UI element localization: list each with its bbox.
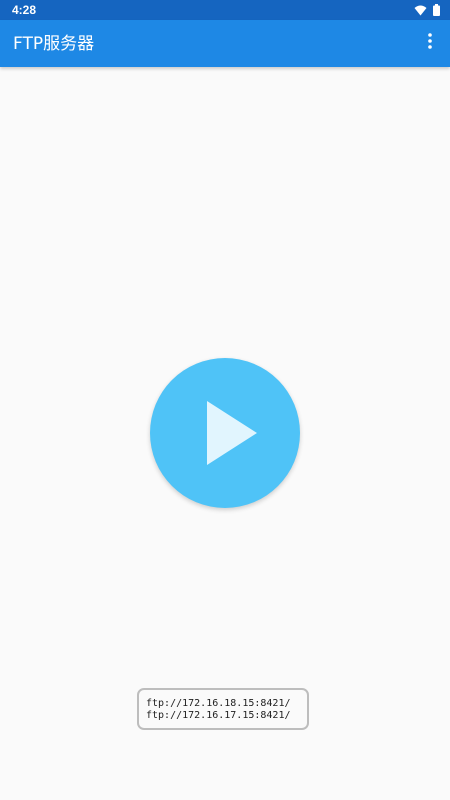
overflow-menu-button[interactable]: [416, 29, 444, 57]
battery-icon: [433, 4, 440, 16]
status-bar: 4:28: [0, 0, 450, 20]
status-time: 4:28: [12, 3, 37, 17]
wifi-icon: [414, 5, 427, 16]
more-vert-icon: [427, 32, 433, 54]
app-title: FTP服务器: [13, 34, 95, 54]
ftp-address-box: ftp://172.16.18.15:8421/ ftp://172.16.17…: [137, 688, 309, 730]
ftp-address: ftp://172.16.17.15:8421/: [146, 710, 291, 721]
app-bar: FTP服务器: [0, 20, 450, 67]
status-icons: [414, 3, 440, 17]
ftp-address: ftp://172.16.18.15:8421/: [146, 698, 291, 709]
play-icon: [207, 401, 257, 465]
start-server-button[interactable]: [150, 358, 300, 508]
